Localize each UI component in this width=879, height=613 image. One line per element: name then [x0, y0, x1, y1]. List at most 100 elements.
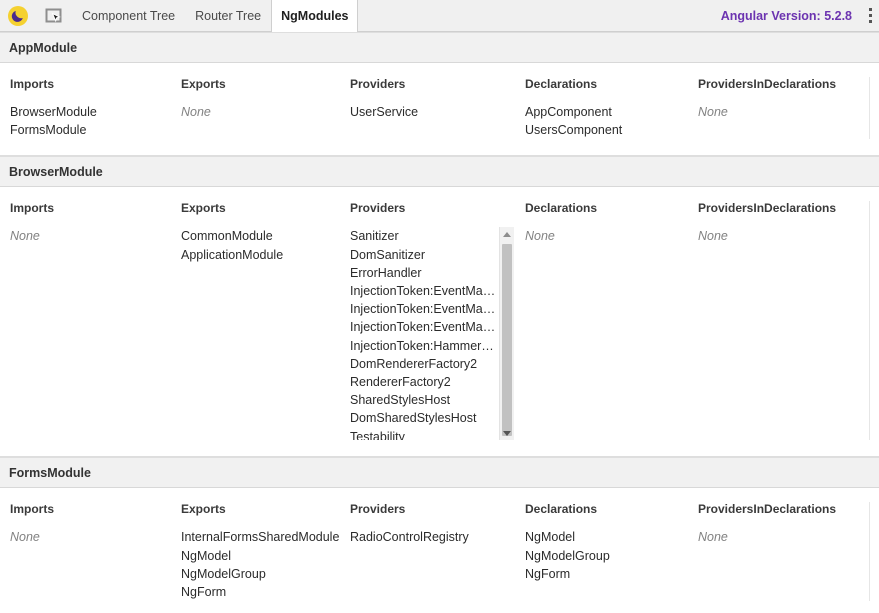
ngmodules-panel: AppModule Imports BrowserModule FormsModule…	[0, 32, 879, 613]
column-header: Providers	[350, 502, 406, 517]
kebab-dot	[869, 20, 872, 23]
list-item[interactable]: AppComponent	[525, 103, 682, 121]
list-item[interactable]: RadioControlRegistry	[350, 528, 509, 546]
module-name: FormsModule	[9, 465, 91, 480]
tab-bar: Component Tree Router Tree NgModules	[72, 0, 359, 32]
list-item[interactable]: NgModel	[525, 528, 682, 546]
cell-values: None	[10, 227, 165, 245]
column-header: Providers	[350, 201, 406, 216]
triangle-down	[503, 430, 511, 436]
element-select-button[interactable]	[36, 0, 72, 31]
column-header: Exports	[181, 77, 226, 91]
cell-values: None	[698, 227, 861, 245]
list-item[interactable]: InternalFormsSharedModule	[181, 528, 339, 546]
angular-version-label: Angular Version: 5.2.8	[720, 8, 852, 23]
cell-values: None	[698, 103, 861, 121]
list-item[interactable]: NgForm	[525, 565, 682, 583]
list-item[interactable]: InjectionToken:EventMa…	[350, 282, 500, 300]
providers-scrollbar[interactable]	[499, 227, 514, 441]
list-item[interactable]: InjectionToken:EventMa…	[350, 318, 500, 336]
list-item[interactable]: InjectionToken:Hammer…	[350, 337, 500, 355]
cell-values: NgModel NgModelGroup NgForm	[525, 528, 682, 583]
tab-ngmodules[interactable]: NgModules	[271, 0, 359, 32]
column-header: Declarations	[525, 201, 598, 216]
column-providers: Providers Sanitizer DomSanitizer ErrorHandl…	[342, 201, 520, 441]
module-header[interactable]: AppModule	[0, 32, 879, 63]
scroll-down-arrow-icon[interactable]	[500, 426, 514, 440]
list-item[interactable]: SharedStylesHost	[350, 391, 500, 409]
column-imports: Imports BrowserModule FormsModule	[0, 77, 173, 139]
list-item[interactable]: NgModelGroup	[181, 565, 334, 583]
angular-augury-moon-logo-icon	[8, 5, 28, 26]
column-imports: Imports None	[0, 201, 173, 440]
cell-values: None	[698, 528, 861, 546]
cell-values: BrowserModule FormsModule	[10, 103, 165, 139]
cell-values: None	[181, 103, 334, 121]
list-item[interactable]: ErrorHandler	[350, 264, 500, 282]
providers-scroll-list[interactable]: Sanitizer DomSanitizer ErrorHandler Injecti…	[350, 227, 520, 441]
cell-values: AppComponent UsersComponent	[525, 103, 682, 139]
column-header: Exports	[181, 201, 226, 216]
tab-router-tree[interactable]: Router Tree	[185, 0, 271, 31]
column-providersindeclarations: ProvidersInDeclarations None	[690, 77, 870, 140]
column-header: ProvidersInDeclarations	[698, 502, 837, 517]
column-providers: Providers RadioControlRegistry	[342, 502, 517, 601]
tab-ngmodules-label: NgModules	[281, 8, 349, 23]
tab-component-tree[interactable]: Component Tree	[72, 0, 185, 31]
empty-value: None	[181, 105, 211, 119]
module-header[interactable]: BrowserModule	[0, 156, 879, 188]
list-item[interactable]: UsersComponent	[525, 121, 682, 139]
column-providers: Providers UserService	[342, 77, 517, 139]
cell-values: RadioControlRegistry	[350, 528, 509, 546]
list-item[interactable]: NgModel	[181, 547, 334, 565]
module-body: Imports None Exports InternalFormsSharedMod…	[0, 488, 879, 613]
kebab-dot	[869, 8, 872, 11]
triangle-up	[503, 231, 511, 237]
scroll-up-arrow-icon[interactable]	[500, 227, 514, 241]
cell-values: None	[525, 227, 682, 245]
column-header: ProvidersInDeclarations	[698, 77, 837, 91]
list-item[interactable]: InjectionToken:EventMa…	[350, 300, 500, 318]
module-name: BrowserModule	[9, 164, 103, 179]
kebab-menu-icon[interactable]	[862, 0, 879, 31]
column-header: Declarations	[525, 502, 598, 517]
list-item[interactable]: DomSanitizer	[350, 246, 500, 264]
list-item[interactable]: DomSharedStylesHost	[350, 409, 500, 427]
tab-component-tree-label: Component Tree	[82, 8, 176, 23]
list-item[interactable]: ApplicationModule	[181, 246, 334, 264]
column-imports: Imports None	[0, 502, 173, 601]
column-header: Imports	[10, 77, 55, 91]
column-providersindeclarations: ProvidersInDeclarations None	[690, 201, 870, 441]
column-header: Providers	[350, 77, 406, 91]
providers-items: Sanitizer DomSanitizer ErrorHandler Injecti…	[350, 227, 502, 440]
list-item[interactable]: DomRendererFactory2	[350, 355, 500, 373]
cell-values: None	[10, 528, 165, 546]
list-item[interactable]: RendererFactory2	[350, 373, 500, 391]
list-item[interactable]: BrowserModule	[10, 103, 165, 121]
column-providersindeclarations: ProvidersInDeclarations None	[690, 502, 870, 602]
column-declarations: Declarations NgModel NgModelGroup NgForm	[517, 502, 690, 601]
scrollbar-thumb[interactable]	[502, 244, 512, 437]
column-exports: Exports InternalFormsSharedModule NgModel N…	[173, 502, 342, 601]
module-header[interactable]: FormsModule	[0, 457, 879, 489]
devtools-toolbar: Component Tree Router Tree NgModules Ang…	[0, 0, 879, 32]
empty-value: None	[698, 105, 728, 119]
augury-logo-button[interactable]	[0, 0, 36, 31]
list-item[interactable]: NgModelGroup	[525, 547, 682, 565]
element-select-cursor-icon	[45, 8, 63, 24]
list-item[interactable]: NgForm	[181, 583, 334, 601]
kebab-dot	[869, 14, 872, 17]
empty-value: None	[10, 229, 40, 244]
empty-value: None	[698, 530, 728, 545]
column-exports: Exports None	[173, 77, 342, 139]
list-item[interactable]: Sanitizer	[350, 227, 500, 245]
column-declarations: Declarations None	[517, 201, 690, 440]
column-header: Imports	[10, 502, 55, 517]
list-item[interactable]: FormsModule	[10, 121, 165, 139]
list-item[interactable]: Testability	[350, 428, 500, 441]
empty-value: None	[698, 229, 728, 244]
cell-values: InternalFormsSharedModule NgModel NgModelG…	[181, 528, 339, 601]
list-item[interactable]: CommonModule	[181, 227, 334, 245]
list-item[interactable]: UserService	[350, 103, 509, 121]
column-header: Declarations	[525, 77, 598, 91]
